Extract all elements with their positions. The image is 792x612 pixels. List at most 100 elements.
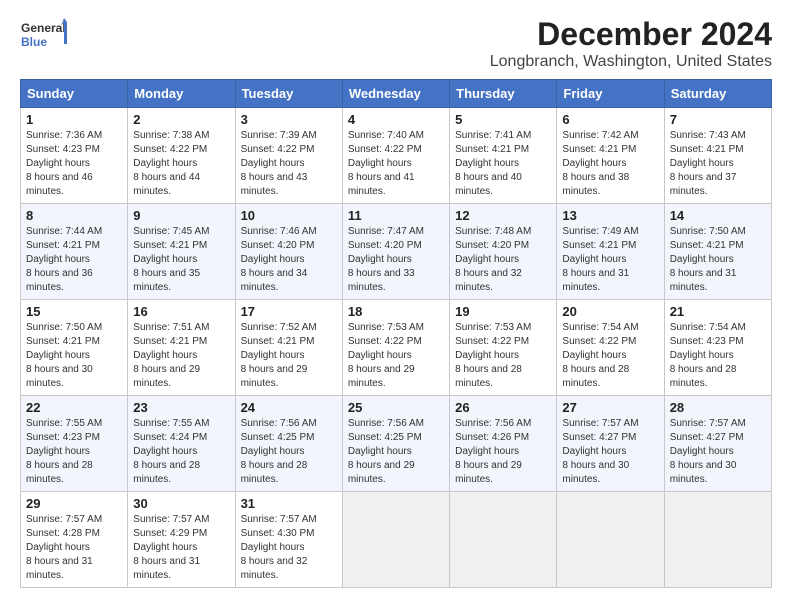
day-number: 23 [133, 400, 229, 415]
day-number: 24 [241, 400, 337, 415]
day-number: 4 [348, 112, 444, 127]
day-info: Sunrise: 7:54 AM Sunset: 4:23 PM Dayligh… [670, 321, 766, 391]
calendar-cell: 19 Sunrise: 7:53 AM Sunset: 4:22 PM Dayl… [450, 300, 557, 396]
calendar-cell: 14 Sunrise: 7:50 AM Sunset: 4:21 PM Dayl… [664, 204, 771, 300]
day-number: 19 [455, 304, 551, 319]
calendar-cell: 16 Sunrise: 7:51 AM Sunset: 4:21 PM Dayl… [128, 300, 235, 396]
day-number: 22 [26, 400, 122, 415]
day-number: 3 [241, 112, 337, 127]
calendar-cell: 27 Sunrise: 7:57 AM Sunset: 4:27 PM Dayl… [557, 396, 664, 492]
day-info: Sunrise: 7:40 AM Sunset: 4:22 PM Dayligh… [348, 129, 444, 199]
day-number: 26 [455, 400, 551, 415]
calendar-cell: 17 Sunrise: 7:52 AM Sunset: 4:21 PM Dayl… [235, 300, 342, 396]
title-area: December 2024 Longbranch, Washington, Un… [490, 16, 772, 71]
day-info: Sunrise: 7:44 AM Sunset: 4:21 PM Dayligh… [26, 225, 122, 295]
day-info: Sunrise: 7:50 AM Sunset: 4:21 PM Dayligh… [670, 225, 766, 295]
day-info: Sunrise: 7:36 AM Sunset: 4:23 PM Dayligh… [26, 129, 122, 199]
calendar-week-row: 1 Sunrise: 7:36 AM Sunset: 4:23 PM Dayli… [21, 108, 772, 204]
day-info: Sunrise: 7:52 AM Sunset: 4:21 PM Dayligh… [241, 321, 337, 391]
page-header: General Blue December 2024 Longbranch, W… [20, 16, 772, 71]
calendar-cell: 5 Sunrise: 7:41 AM Sunset: 4:21 PM Dayli… [450, 108, 557, 204]
day-info: Sunrise: 7:48 AM Sunset: 4:20 PM Dayligh… [455, 225, 551, 295]
day-number: 14 [670, 208, 766, 223]
day-info: Sunrise: 7:41 AM Sunset: 4:21 PM Dayligh… [455, 129, 551, 199]
calendar-cell: 29 Sunrise: 7:57 AM Sunset: 4:28 PM Dayl… [21, 492, 128, 588]
day-info: Sunrise: 7:57 AM Sunset: 4:27 PM Dayligh… [562, 417, 658, 487]
day-number: 29 [26, 496, 122, 511]
calendar-cell: 22 Sunrise: 7:55 AM Sunset: 4:23 PM Dayl… [21, 396, 128, 492]
day-number: 31 [241, 496, 337, 511]
calendar-cell: 25 Sunrise: 7:56 AM Sunset: 4:25 PM Dayl… [342, 396, 449, 492]
calendar-cell: 20 Sunrise: 7:54 AM Sunset: 4:22 PM Dayl… [557, 300, 664, 396]
logo-svg: General Blue [20, 16, 70, 56]
day-number: 10 [241, 208, 337, 223]
day-number: 28 [670, 400, 766, 415]
day-number: 30 [133, 496, 229, 511]
day-number: 13 [562, 208, 658, 223]
day-info: Sunrise: 7:39 AM Sunset: 4:22 PM Dayligh… [241, 129, 337, 199]
calendar-week-row: 8 Sunrise: 7:44 AM Sunset: 4:21 PM Dayli… [21, 204, 772, 300]
col-sunday: Sunday [21, 80, 128, 108]
day-info: Sunrise: 7:57 AM Sunset: 4:28 PM Dayligh… [26, 513, 122, 583]
col-tuesday: Tuesday [235, 80, 342, 108]
day-info: Sunrise: 7:47 AM Sunset: 4:20 PM Dayligh… [348, 225, 444, 295]
day-number: 15 [26, 304, 122, 319]
calendar-cell [557, 492, 664, 588]
svg-text:General: General [21, 21, 66, 35]
calendar-cell: 28 Sunrise: 7:57 AM Sunset: 4:27 PM Dayl… [664, 396, 771, 492]
day-number: 17 [241, 304, 337, 319]
day-info: Sunrise: 7:53 AM Sunset: 4:22 PM Dayligh… [348, 321, 444, 391]
day-info: Sunrise: 7:49 AM Sunset: 4:21 PM Dayligh… [562, 225, 658, 295]
calendar-cell: 10 Sunrise: 7:46 AM Sunset: 4:20 PM Dayl… [235, 204, 342, 300]
day-info: Sunrise: 7:46 AM Sunset: 4:20 PM Dayligh… [241, 225, 337, 295]
day-info: Sunrise: 7:55 AM Sunset: 4:24 PM Dayligh… [133, 417, 229, 487]
calendar-cell [664, 492, 771, 588]
day-info: Sunrise: 7:42 AM Sunset: 4:21 PM Dayligh… [562, 129, 658, 199]
calendar-cell: 26 Sunrise: 7:56 AM Sunset: 4:26 PM Dayl… [450, 396, 557, 492]
day-info: Sunrise: 7:38 AM Sunset: 4:22 PM Dayligh… [133, 129, 229, 199]
day-number: 2 [133, 112, 229, 127]
calendar-cell: 7 Sunrise: 7:43 AM Sunset: 4:21 PM Dayli… [664, 108, 771, 204]
day-number: 27 [562, 400, 658, 415]
calendar-week-row: 22 Sunrise: 7:55 AM Sunset: 4:23 PM Dayl… [21, 396, 772, 492]
day-info: Sunrise: 7:57 AM Sunset: 4:29 PM Dayligh… [133, 513, 229, 583]
day-info: Sunrise: 7:45 AM Sunset: 4:21 PM Dayligh… [133, 225, 229, 295]
day-number: 1 [26, 112, 122, 127]
calendar-cell: 8 Sunrise: 7:44 AM Sunset: 4:21 PM Dayli… [21, 204, 128, 300]
day-info: Sunrise: 7:50 AM Sunset: 4:21 PM Dayligh… [26, 321, 122, 391]
day-number: 9 [133, 208, 229, 223]
calendar-cell: 31 Sunrise: 7:57 AM Sunset: 4:30 PM Dayl… [235, 492, 342, 588]
day-number: 21 [670, 304, 766, 319]
calendar-cell: 13 Sunrise: 7:49 AM Sunset: 4:21 PM Dayl… [557, 204, 664, 300]
day-number: 11 [348, 208, 444, 223]
day-info: Sunrise: 7:51 AM Sunset: 4:21 PM Dayligh… [133, 321, 229, 391]
calendar-cell [342, 492, 449, 588]
calendar-cell: 1 Sunrise: 7:36 AM Sunset: 4:23 PM Dayli… [21, 108, 128, 204]
day-number: 25 [348, 400, 444, 415]
day-number: 12 [455, 208, 551, 223]
calendar-cell: 15 Sunrise: 7:50 AM Sunset: 4:21 PM Dayl… [21, 300, 128, 396]
day-info: Sunrise: 7:43 AM Sunset: 4:21 PM Dayligh… [670, 129, 766, 199]
calendar-cell: 6 Sunrise: 7:42 AM Sunset: 4:21 PM Dayli… [557, 108, 664, 204]
day-number: 6 [562, 112, 658, 127]
day-info: Sunrise: 7:56 AM Sunset: 4:25 PM Dayligh… [348, 417, 444, 487]
calendar-cell: 30 Sunrise: 7:57 AM Sunset: 4:29 PM Dayl… [128, 492, 235, 588]
page-subtitle: Longbranch, Washington, United States [490, 53, 772, 71]
col-thursday: Thursday [450, 80, 557, 108]
day-number: 18 [348, 304, 444, 319]
day-number: 5 [455, 112, 551, 127]
calendar-cell: 11 Sunrise: 7:47 AM Sunset: 4:20 PM Dayl… [342, 204, 449, 300]
calendar-table: Sunday Monday Tuesday Wednesday Thursday… [20, 79, 772, 588]
calendar-cell: 9 Sunrise: 7:45 AM Sunset: 4:21 PM Dayli… [128, 204, 235, 300]
day-info: Sunrise: 7:57 AM Sunset: 4:27 PM Dayligh… [670, 417, 766, 487]
day-number: 16 [133, 304, 229, 319]
col-monday: Monday [128, 80, 235, 108]
day-info: Sunrise: 7:56 AM Sunset: 4:26 PM Dayligh… [455, 417, 551, 487]
day-info: Sunrise: 7:57 AM Sunset: 4:30 PM Dayligh… [241, 513, 337, 583]
day-number: 20 [562, 304, 658, 319]
svg-text:Blue: Blue [21, 35, 47, 49]
page-title: December 2024 [490, 16, 772, 53]
col-saturday: Saturday [664, 80, 771, 108]
calendar-week-row: 15 Sunrise: 7:50 AM Sunset: 4:21 PM Dayl… [21, 300, 772, 396]
calendar-cell: 3 Sunrise: 7:39 AM Sunset: 4:22 PM Dayli… [235, 108, 342, 204]
